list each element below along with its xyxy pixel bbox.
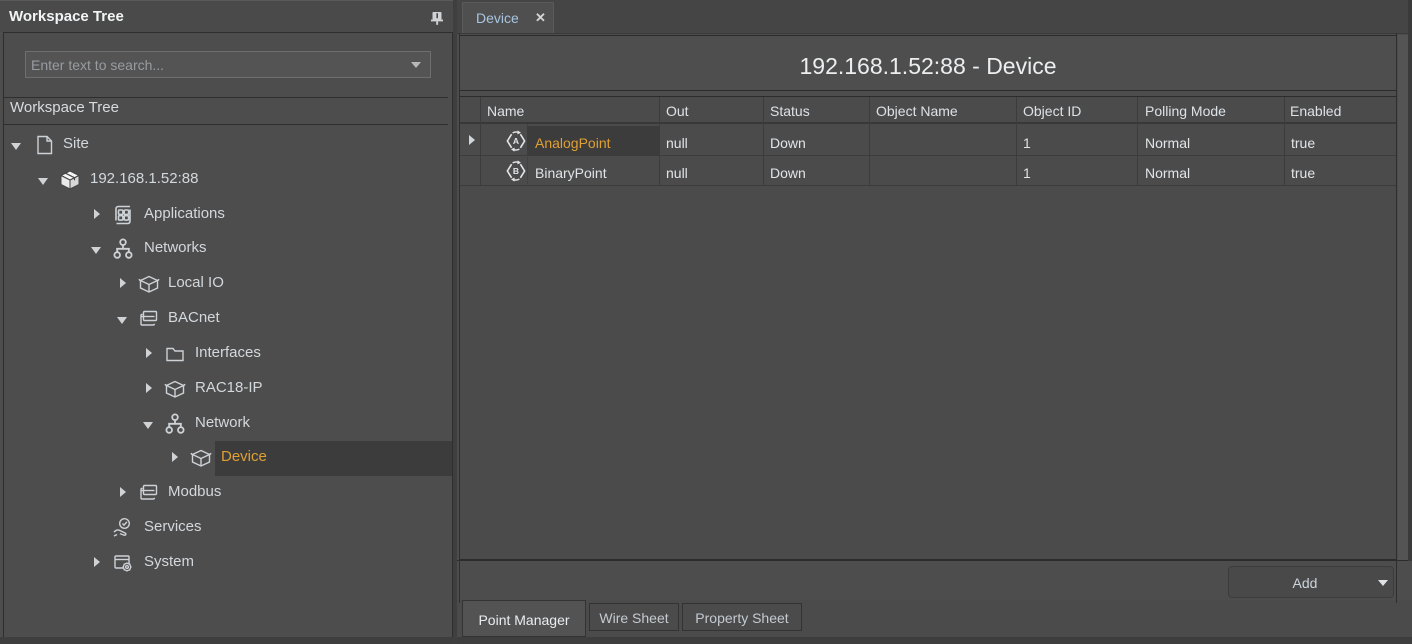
svg-text:B: B xyxy=(513,166,519,176)
svg-text:A: A xyxy=(513,136,519,146)
